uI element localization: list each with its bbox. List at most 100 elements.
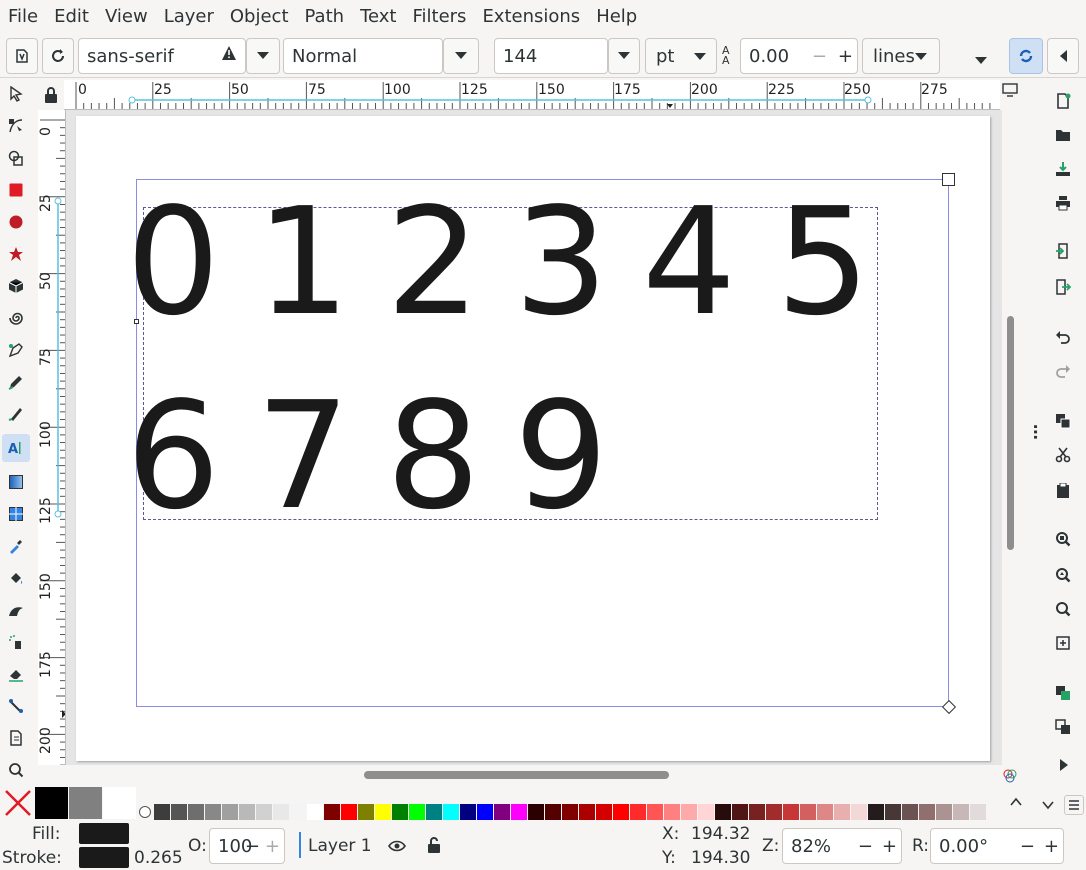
color-swatch[interactable]: [188, 804, 204, 820]
color-swatch[interactable]: [732, 804, 748, 820]
digit-text[interactable]: 8: [386, 382, 480, 530]
font-family-dropdown[interactable]: [246, 38, 280, 74]
stroke-indicator[interactable]: [79, 847, 129, 868]
menu-text[interactable]: Text: [352, 0, 404, 34]
color-swatch[interactable]: [766, 804, 782, 820]
color-swatch[interactable]: [596, 804, 612, 820]
refresh-fonts-button[interactable]: [42, 38, 74, 74]
pencil-tool[interactable]: [4, 370, 28, 394]
drawing-canvas[interactable]: 0 1 2 3 4 5 6 7 8 9: [66, 110, 1002, 765]
rotate-ccw-icon[interactable]: −: [1020, 836, 1035, 857]
color-swatch[interactable]: [851, 804, 867, 820]
new-document-button[interactable]: [1052, 90, 1074, 112]
color-swatch[interactable]: [579, 804, 595, 820]
digit-text[interactable]: 1: [256, 188, 350, 336]
text-bbox[interactable]: [143, 207, 878, 520]
open-button[interactable]: [1052, 124, 1074, 146]
color-swatch[interactable]: [817, 804, 833, 820]
color-swatch[interactable]: [477, 804, 493, 820]
swatch-black[interactable]: [35, 787, 68, 819]
paste-button[interactable]: [1052, 480, 1074, 502]
color-swatch[interactable]: [715, 804, 731, 820]
color-swatch[interactable]: [885, 804, 901, 820]
decrement-icon[interactable]: −: [812, 46, 827, 67]
increment-icon[interactable]: +: [838, 46, 853, 67]
cut-button[interactable]: [1052, 444, 1074, 466]
color-swatch[interactable]: [460, 804, 476, 820]
opacity-input[interactable]: 100 − +: [209, 828, 285, 864]
color-swatch[interactable]: [511, 804, 527, 820]
color-swatch[interactable]: [528, 804, 544, 820]
ungroup-button[interactable]: [1052, 716, 1074, 738]
color-swatch[interactable]: [749, 804, 765, 820]
current-layer-label[interactable]: Layer 1: [308, 836, 372, 856]
decrement-icon[interactable]: −: [245, 836, 260, 857]
menu-object[interactable]: Object: [222, 0, 297, 34]
guide-lock-button[interactable]: [40, 84, 62, 106]
color-swatch[interactable]: [936, 804, 952, 820]
frame-corner-handle[interactable]: [941, 699, 957, 715]
swatch-gray[interactable]: [69, 787, 102, 819]
spray-tool[interactable]: [4, 630, 28, 654]
star-tool[interactable]: [4, 242, 28, 266]
digit-text[interactable]: 5: [776, 188, 870, 336]
gradient-tool[interactable]: [4, 470, 28, 494]
color-swatch[interactable]: [868, 804, 884, 820]
zoom-page-button[interactable]: [1052, 598, 1074, 620]
font-size-dropdown[interactable]: [608, 38, 640, 74]
stroke-width-value[interactable]: 0.265: [134, 848, 183, 868]
color-swatch[interactable]: [783, 804, 799, 820]
rotate-cw-icon[interactable]: +: [1044, 836, 1059, 857]
color-swatch[interactable]: [307, 804, 323, 820]
more-commands-button[interactable]: [1052, 754, 1074, 776]
group-button[interactable]: [1052, 682, 1074, 704]
color-swatch[interactable]: [919, 804, 935, 820]
color-swatch[interactable]: [358, 804, 374, 820]
color-swatch[interactable]: [681, 804, 697, 820]
chevron-up-icon[interactable]: [1010, 795, 1022, 811]
rotation-input[interactable]: 0.00° − +: [930, 828, 1064, 864]
color-swatch[interactable]: [375, 804, 391, 820]
color-swatch[interactable]: [154, 804, 170, 820]
horizontal-scrollbar[interactable]: [364, 771, 669, 779]
redo-button[interactable]: [1052, 360, 1074, 382]
color-swatch[interactable]: [222, 804, 238, 820]
color-swatch[interactable]: [273, 804, 289, 820]
more-options-dropdown[interactable]: [975, 50, 987, 69]
zoom-selection-button[interactable]: [1052, 528, 1074, 550]
menu-extensions[interactable]: Extensions: [474, 0, 588, 34]
digit-text[interactable]: 0: [126, 188, 220, 336]
color-swatch[interactable]: [613, 804, 629, 820]
fill-indicator[interactable]: [79, 823, 129, 844]
color-swatch[interactable]: [443, 804, 459, 820]
swatch-white[interactable]: [103, 787, 136, 819]
unit-select[interactable]: pt: [645, 38, 717, 74]
calligraphy-tool[interactable]: [4, 402, 28, 426]
text-tool[interactable]: A: [2, 434, 30, 462]
tweak-tool[interactable]: [4, 598, 28, 622]
connector-tool[interactable]: [4, 694, 28, 718]
shape-builder-tool[interactable]: [4, 146, 28, 170]
menu-view[interactable]: View: [97, 0, 156, 34]
menu-filters[interactable]: Filters: [404, 0, 474, 34]
digit-text[interactable]: 9: [514, 382, 608, 530]
spiral-tool[interactable]: [4, 306, 28, 330]
node-tool[interactable]: [4, 114, 28, 138]
color-swatch[interactable]: [171, 804, 187, 820]
selector-tool[interactable]: [4, 82, 28, 106]
collapse-commands-button[interactable]: [1047, 38, 1079, 74]
increment-icon[interactable]: +: [265, 836, 280, 857]
unlock-icon[interactable]: [427, 837, 441, 857]
pen-tool[interactable]: [4, 338, 28, 362]
color-swatch[interactable]: [664, 804, 680, 820]
color-swatch[interactable]: [426, 804, 442, 820]
document-page[interactable]: 0 1 2 3 4 5 6 7 8 9: [76, 116, 990, 761]
menu-layer[interactable]: Layer: [156, 0, 222, 34]
color-swatch[interactable]: [902, 804, 918, 820]
color-swatch[interactable]: [562, 804, 578, 820]
chevron-down-icon[interactable]: [1042, 795, 1054, 814]
snap-toggle-button[interactable]: [1009, 38, 1043, 74]
color-swatch[interactable]: [800, 804, 816, 820]
font-style-dropdown[interactable]: [443, 38, 479, 74]
color-swatch[interactable]: [630, 804, 646, 820]
